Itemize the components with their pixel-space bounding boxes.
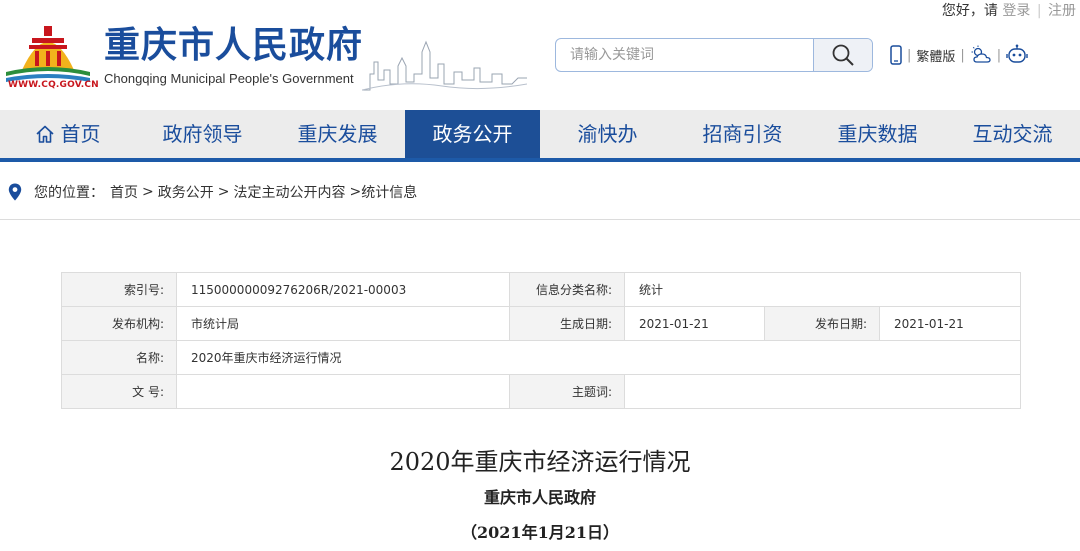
nav-government-leaders[interactable]: 政府领导 <box>135 110 270 158</box>
created-date-label: 生成日期: <box>509 306 625 341</box>
mobile-icon[interactable] <box>890 45 902 65</box>
header-tools: | 繁體版 | | <box>890 42 1028 68</box>
published-date-value: 2021-01-21 <box>878 306 1022 341</box>
breadcrumb-statutory-content[interactable]: 法定主动公开内容 <box>233 182 345 202</box>
breadcrumb-separator: > <box>142 184 154 200</box>
site-subtitle: Chongqing Municipal People's Government <box>104 71 354 86</box>
home-icon <box>35 125 54 143</box>
tool-divider: | <box>907 47 912 63</box>
tool-divider: | <box>960 47 965 63</box>
nav-yukuaiban[interactable]: 渝快办 <box>540 110 675 158</box>
login-link[interactable]: 登录 <box>1002 3 1030 19</box>
nav-chongqing-data[interactable]: 重庆数据 <box>810 110 945 158</box>
document-info-table: 索引号: 11500000009276206R/2021-00003 信息分类名… <box>61 272 1022 409</box>
subject-words-label: 主题词: <box>509 374 625 409</box>
nav-interaction[interactable]: 互动交流 <box>945 110 1080 158</box>
document-number-label: 文 号: <box>61 374 177 409</box>
nav-home[interactable]: 首页 <box>0 110 135 158</box>
search-input[interactable] <box>556 39 814 71</box>
nav-label: 首页 <box>60 122 101 146</box>
link-divider: | <box>1036 3 1042 19</box>
search-icon <box>832 44 854 66</box>
breadcrumb: 您的位置： 首页 > 政务公开 > 法定主动公开内容 > 统计信息 <box>8 180 417 204</box>
search-box <box>555 38 873 72</box>
subject-words-value <box>623 374 1022 409</box>
weather-icon[interactable] <box>970 45 992 65</box>
created-date-value: 2021-01-21 <box>624 306 765 341</box>
section-divider <box>0 219 1080 220</box>
nav-investment[interactable]: 招商引资 <box>675 110 810 158</box>
index-label: 索引号: <box>61 272 177 307</box>
greeting-text: 您好，请 <box>941 3 998 19</box>
nav-government-affairs[interactable]: 政务公开 <box>405 110 540 158</box>
tool-divider: | <box>996 47 1002 63</box>
breadcrumb-separator: > <box>349 184 362 200</box>
breadcrumb-statistics[interactable]: 统计信息 <box>361 182 417 202</box>
table-row: 文 号: 主题词: <box>61 374 1022 409</box>
name-value: 2020年重庆市经济运行情况 <box>175 340 1022 375</box>
nav-chongqing-development[interactable]: 重庆发展 <box>270 110 405 158</box>
publisher-value: 市统计局 <box>176 306 510 341</box>
robot-icon[interactable] <box>1006 44 1028 66</box>
article-organization: 重庆市人民政府 <box>483 488 596 507</box>
category-value: 统计 <box>623 272 1022 307</box>
search-button[interactable] <box>813 39 872 71</box>
breadcrumb-prefix: 您的位置： <box>34 185 104 201</box>
document-number-value <box>176 374 510 409</box>
site-header: WWW.CQ.GOV.CN 重庆市人民政府 Chongqing Municipa… <box>0 0 1080 110</box>
name-label: 名称: <box>61 340 177 375</box>
main-nav: 首页 政府领导 重庆发展 政务公开 渝快办 招商引资 重庆数据 互动交流 <box>0 110 1080 158</box>
table-row: 索引号: 11500000009276206R/2021-00003 信息分类名… <box>61 272 1022 307</box>
logo-url-text: WWW.CQ.GOV.CN <box>8 80 99 90</box>
article-date: （2021年1月21日） <box>461 523 619 542</box>
article-title: 2020年重庆市经济运行情况 <box>389 448 691 476</box>
table-row: 发布机构: 市统计局 生成日期: 2021-01-21 发布日期: 2021-0… <box>61 306 1022 341</box>
breadcrumb-home[interactable]: 首页 <box>110 182 138 202</box>
skyline-decoration <box>362 40 527 91</box>
index-value: 11500000009276206R/2021-00003 <box>176 272 510 307</box>
site-title[interactable]: 重庆市人民政府 <box>104 26 363 66</box>
breadcrumb-separator: > <box>217 184 230 200</box>
register-link[interactable]: 注册 <box>1048 3 1076 19</box>
user-links: 您好，请 登录 | 注册 <box>942 0 1076 20</box>
breadcrumb-government-affairs[interactable]: 政务公开 <box>158 182 214 202</box>
published-date-label: 发布日期: <box>764 306 880 341</box>
traditional-chinese-link[interactable]: 繁體版 <box>916 46 955 65</box>
table-row: 名称: 2020年重庆市经济运行情况 <box>61 340 1022 375</box>
publisher-label: 发布机构: <box>61 306 177 341</box>
location-pin-icon <box>8 183 22 201</box>
nav-underline <box>0 158 1080 162</box>
category-label: 信息分类名称: <box>509 272 625 307</box>
